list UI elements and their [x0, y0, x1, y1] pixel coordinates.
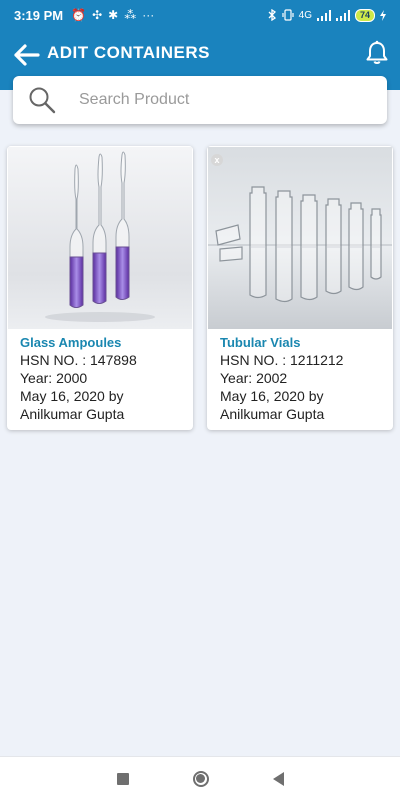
product-year: Year: 2000 — [20, 370, 88, 386]
signal-icon — [335, 9, 350, 21]
product-card[interactable]: x Tubular Vials HSN NO. : 1211212 Year: … — [207, 146, 393, 430]
search-input[interactable] — [79, 91, 339, 109]
recent-apps-button[interactable] — [116, 772, 129, 785]
product-author: Anilkumar Gupta — [220, 406, 325, 422]
more-notifications-icon: ··· — [142, 8, 155, 22]
network-type: 4G — [298, 9, 312, 21]
search-box — [13, 76, 387, 124]
app-icon: ⁂ — [124, 8, 137, 22]
status-bar: 3:19 PM ⏰ ✣ ✱ ⁂ ··· 4G 74 — [0, 0, 400, 30]
app-icon: ✣ — [92, 8, 103, 22]
product-details: Tubular Vials HSN NO. : 1211212 Year: 20… — [207, 329, 393, 423]
notifications-button[interactable] — [362, 38, 392, 68]
alarm-icon: ⏰ — [71, 8, 87, 22]
charging-icon — [380, 9, 386, 21]
product-hsn: HSN NO. : 147898 — [20, 352, 137, 368]
arrow-left-icon — [14, 44, 40, 66]
system-back-button[interactable] — [272, 771, 284, 786]
product-year: Year: 2002 — [220, 370, 288, 386]
bell-icon — [366, 40, 388, 64]
product-name: Glass Ampoules — [20, 335, 122, 350]
signal-icon — [316, 9, 331, 21]
bluetooth-icon — [268, 9, 276, 21]
back-button[interactable] — [10, 40, 42, 70]
status-right: 4G 74 — [268, 8, 386, 22]
product-image — [8, 147, 192, 329]
product-date: May 16, 2020 by — [20, 388, 124, 404]
product-author: Anilkumar Gupta — [20, 406, 125, 422]
battery-icon: 74 — [354, 8, 375, 22]
notification-icon: ✱ — [108, 8, 119, 22]
system-nav-bar — [0, 756, 400, 800]
vibrate-icon — [282, 9, 294, 21]
notification-icons: ⏰ ✣ ✱ ⁂ ··· — [71, 8, 154, 22]
product-details: Glass Ampoules HSN NO. : 147898 Year: 20… — [7, 329, 193, 423]
product-image — [208, 147, 392, 329]
search-icon[interactable] — [27, 85, 57, 115]
page-title: ADIT CONTAINERS — [47, 43, 211, 62]
home-button[interactable] — [192, 770, 209, 787]
status-time: 3:19 PM — [14, 7, 64, 23]
remove-badge[interactable]: x — [211, 154, 223, 166]
product-date: May 16, 2020 by — [220, 388, 324, 404]
product-card[interactable]: Glass Ampoules HSN NO. : 147898 Year: 20… — [7, 146, 193, 430]
product-hsn: HSN NO. : 1211212 — [220, 352, 344, 368]
product-name: Tubular Vials — [220, 335, 301, 350]
